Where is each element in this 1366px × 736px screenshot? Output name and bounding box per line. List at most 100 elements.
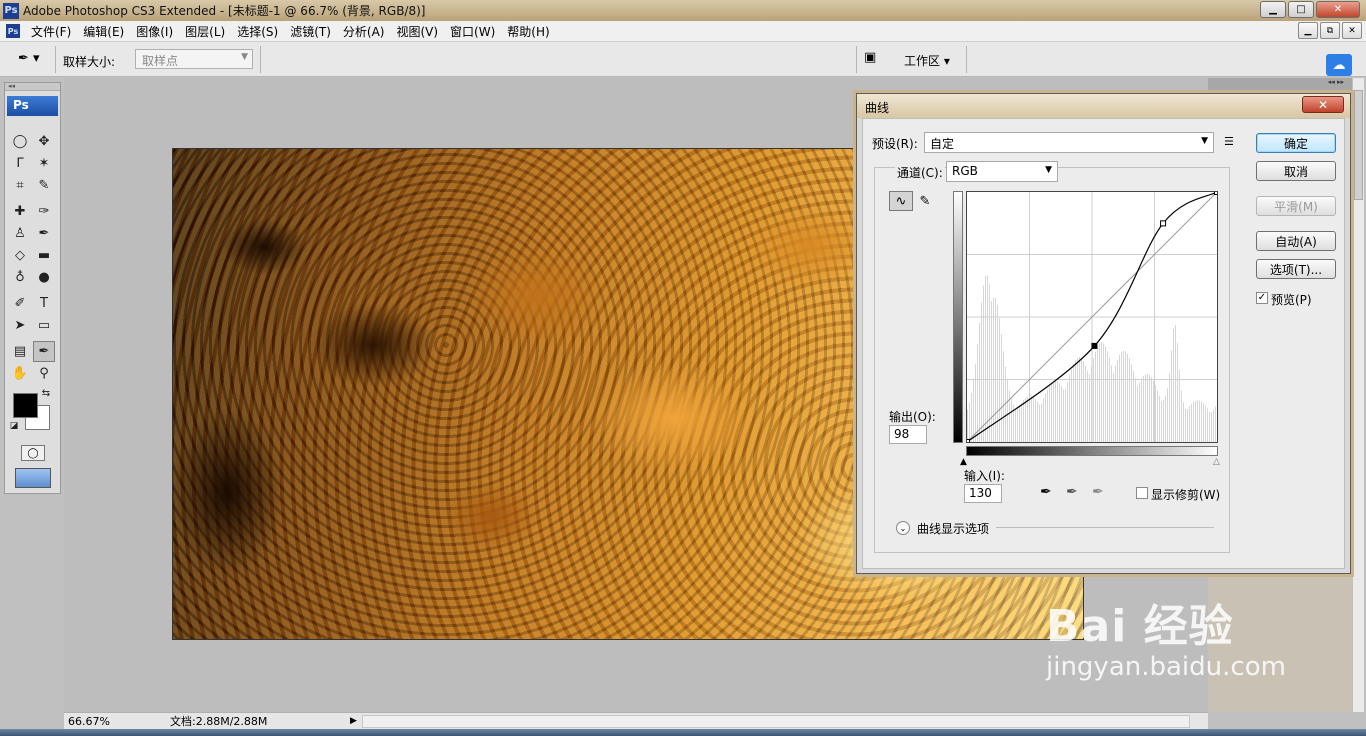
curves-dialog-titlebar[interactable]: 曲线 ✕ xyxy=(857,94,1350,118)
dodge-tool-icon[interactable]: ● xyxy=(33,267,55,288)
default-colors-icon[interactable]: ◪ xyxy=(7,419,21,433)
rectangle-tool-icon[interactable]: ▭ xyxy=(33,315,55,336)
photoshop-app-icon: Ps xyxy=(3,2,19,19)
eyedropper-tool-preset-icon[interactable]: ✒ ▾ xyxy=(18,51,48,69)
histogram-bar xyxy=(967,409,968,442)
doc-close-button[interactable]: ✕ xyxy=(1342,22,1362,39)
histogram-bar xyxy=(1023,400,1024,442)
histogram-bar xyxy=(993,297,994,442)
ok-button[interactable]: 确定 xyxy=(1256,133,1336,153)
cloud-icon[interactable]: ☁ xyxy=(1326,54,1352,76)
preset-options-icon[interactable]: ☰ xyxy=(1224,135,1234,148)
show-clipping-label: 显示修剪(W) xyxy=(1151,488,1221,502)
preset-value: 自定 xyxy=(930,137,955,151)
dialog-close-button[interactable]: ✕ xyxy=(1302,96,1344,113)
horizontal-scrollbar[interactable] xyxy=(362,714,1190,728)
gradient-tool-icon[interactable]: ▬ xyxy=(33,245,55,266)
windows-taskbar xyxy=(0,729,1366,736)
workspace-menu[interactable]: 工作区 ▾ xyxy=(904,52,950,69)
pencil-mode-icon[interactable]: ✎ xyxy=(913,191,937,211)
menu-window[interactable]: 窗口(W) xyxy=(444,23,501,40)
histogram-bar xyxy=(1103,343,1104,442)
histogram-bar xyxy=(1145,374,1146,442)
menu-image[interactable]: 图像(I) xyxy=(130,23,179,40)
menu-layer[interactable]: 图层(L) xyxy=(179,23,231,40)
histogram-bar xyxy=(1001,334,1002,442)
vertical-scrollbar[interactable] xyxy=(1352,78,1364,712)
notes-tool-icon[interactable]: ▤ xyxy=(9,341,31,362)
histogram-bar xyxy=(1175,324,1176,442)
input-field[interactable]: 130 xyxy=(964,484,1002,503)
histogram-bar xyxy=(1135,378,1136,442)
lasso-tool-icon[interactable]: ᒥ xyxy=(9,153,31,174)
screen-mode-icon[interactable] xyxy=(15,468,51,488)
zoom-tool-icon[interactable]: ⚲ xyxy=(33,363,55,384)
preset-select[interactable]: 自定 ▼ xyxy=(924,132,1214,153)
white-eyedropper-icon[interactable]: ✒ xyxy=(1092,484,1104,500)
healing-brush-tool-icon[interactable]: ✚ xyxy=(9,201,31,222)
bridge-icon[interactable]: ▣ xyxy=(864,50,886,68)
curve-control-point[interactable] xyxy=(1160,220,1167,227)
blur-tool-icon[interactable]: ♁ xyxy=(9,267,31,288)
menu-analysis[interactable]: 分析(A) xyxy=(337,23,391,40)
show-clipping-checkbox[interactable] xyxy=(1136,487,1148,499)
slice-tool-icon[interactable]: ✎ xyxy=(33,175,55,196)
menu-edit[interactable]: 编辑(E) xyxy=(77,23,130,40)
close-button[interactable]: ✕ xyxy=(1316,1,1360,18)
expand-chevron-icon[interactable]: ⌄ xyxy=(896,521,910,535)
maximize-button[interactable]: □ xyxy=(1288,1,1314,18)
dock-grip[interactable]: ◂◂ ▸▸ xyxy=(1208,78,1352,92)
channel-select[interactable]: RGB ▼ xyxy=(946,161,1058,182)
curve-graph[interactable] xyxy=(964,189,1220,445)
eraser-tool-icon[interactable]: ◇ xyxy=(9,245,31,266)
smooth-button[interactable]: 平滑(M) xyxy=(1256,196,1336,216)
curve-display-options-label[interactable]: 曲线显示选项 xyxy=(917,520,989,537)
output-field[interactable]: 98 xyxy=(889,425,927,444)
document-icon[interactable]: Ps xyxy=(6,24,20,38)
magic-wand-tool-icon[interactable]: ✶ xyxy=(33,153,55,174)
menu-help[interactable]: 帮助(H) xyxy=(501,23,555,40)
curve-control-point[interactable] xyxy=(1091,342,1098,349)
history-brush-tool-icon[interactable]: ✒ xyxy=(33,223,55,244)
crop-tool-icon[interactable]: ⌗ xyxy=(9,175,31,196)
move-tool-icon[interactable]: ✥ xyxy=(33,131,55,152)
scrollbar-thumb[interactable] xyxy=(1354,90,1363,200)
doc-minimize-button[interactable]: ▁ xyxy=(1298,22,1318,39)
path-selection-tool-icon[interactable]: ➤ xyxy=(9,315,31,336)
menu-filter[interactable]: 滤镜(T) xyxy=(284,23,337,40)
pen-tool-icon[interactable]: ✐ xyxy=(9,293,31,314)
hand-tool-icon[interactable]: ✋ xyxy=(9,363,31,384)
options-button[interactable]: 选项(T)... xyxy=(1256,259,1336,279)
curve-control-point[interactable] xyxy=(1214,189,1220,195)
eyedropper-tool-icon[interactable]: ✒ xyxy=(33,341,55,362)
menu-file[interactable]: 文件(F) xyxy=(25,23,77,40)
doc-restore-button[interactable]: ⧉ xyxy=(1320,22,1340,39)
black-point-slider-icon[interactable]: ▲ xyxy=(960,457,967,467)
preview-checkbox[interactable]: ✓ xyxy=(1256,292,1268,304)
black-eyedropper-icon[interactable]: ✒ xyxy=(1040,484,1052,500)
marquee-tool-icon[interactable]: ◯ xyxy=(9,131,31,152)
swap-colors-icon[interactable]: ⇆ xyxy=(39,386,53,400)
curve-control-point[interactable] xyxy=(964,439,970,445)
menu-select[interactable]: 选择(S) xyxy=(231,23,284,40)
sample-size-select[interactable]: 取样点 ▼ xyxy=(135,49,253,69)
histogram-bar xyxy=(1079,357,1080,442)
curve-point-mode-icon[interactable]: ∿ xyxy=(889,191,913,211)
type-tool-icon[interactable]: T xyxy=(33,293,55,314)
minimize-button[interactable]: ▁ xyxy=(1260,1,1286,18)
title-bar: Ps Adobe Photoshop CS3 Extended - [未标题-1… xyxy=(0,0,1366,21)
toolbox-grip[interactable]: ◂◂ xyxy=(5,83,60,91)
cancel-button[interactable]: 取消 xyxy=(1256,161,1336,181)
zoom-level[interactable]: 66.67% xyxy=(64,715,114,728)
foreground-color-swatch[interactable] xyxy=(13,393,38,418)
histogram-bar xyxy=(1141,378,1142,442)
white-point-slider-icon[interactable]: △ xyxy=(1213,457,1220,467)
gray-eyedropper-icon[interactable]: ✒ xyxy=(1066,484,1078,500)
auto-button[interactable]: 自动(A) xyxy=(1256,231,1336,251)
status-menu-arrow-icon[interactable]: ▶ xyxy=(350,716,362,726)
menu-bar: Ps 文件(F) 编辑(E) 图像(I) 图层(L) 选择(S) 滤镜(T) 分… xyxy=(0,21,1366,42)
menu-view[interactable]: 视图(V) xyxy=(390,23,444,40)
brush-tool-icon[interactable]: ✑ xyxy=(33,201,55,222)
quick-mask-icon[interactable]: ◯ xyxy=(21,445,45,461)
clone-stamp-tool-icon[interactable]: ♙ xyxy=(9,223,31,244)
